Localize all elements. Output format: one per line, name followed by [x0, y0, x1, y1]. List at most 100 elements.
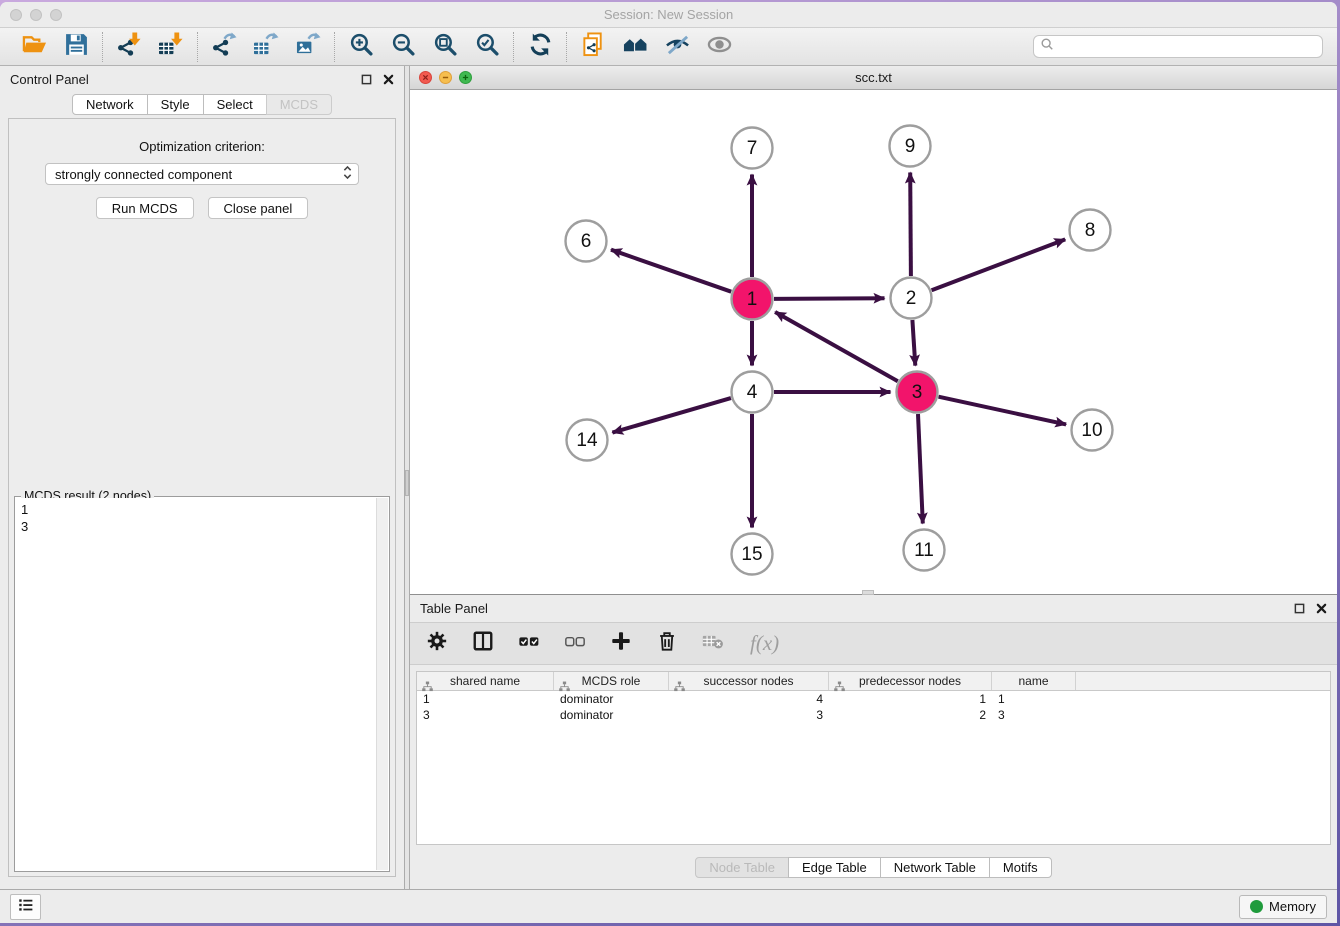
column-header-predecessor-nodes[interactable]: predecessor nodes	[829, 672, 992, 690]
cell-successor-nodes[interactable]: 3	[669, 707, 829, 723]
zoom-out-button[interactable]	[386, 32, 420, 62]
cell-MCDS-role[interactable]: dominator	[554, 707, 669, 723]
delete-row-button[interactable]	[656, 630, 678, 657]
node-2[interactable]: 2	[891, 278, 932, 319]
search-icon	[1040, 37, 1054, 56]
node-10[interactable]: 10	[1072, 410, 1113, 451]
window-title: Session: New Session	[0, 7, 1337, 22]
cell-name[interactable]: 3	[992, 707, 1076, 723]
titlebar: Session: New Session	[0, 2, 1337, 27]
edge-2-8[interactable]	[932, 239, 1066, 290]
first-neighbors-button[interactable]	[618, 32, 652, 62]
columns-button[interactable]	[472, 630, 494, 657]
column-header-name[interactable]: name	[992, 672, 1076, 690]
delete-table-button	[702, 630, 724, 657]
node-8[interactable]: 8	[1070, 210, 1111, 251]
edge-2-9[interactable]	[910, 173, 911, 277]
zoom-in-button[interactable]	[344, 32, 378, 62]
tab-node-table[interactable]: Node Table	[695, 857, 789, 878]
run-mcds-button[interactable]: Run MCDS	[96, 197, 194, 219]
cell-MCDS-role[interactable]: dominator	[554, 691, 669, 707]
duplicate-network-button[interactable]	[576, 32, 610, 62]
import-network-button[interactable]	[112, 32, 146, 62]
task-history-button[interactable]	[10, 894, 41, 920]
node-9[interactable]: 9	[890, 126, 931, 167]
cell-predecessor-nodes[interactable]: 1	[829, 691, 992, 707]
select-all-button[interactable]	[518, 630, 540, 657]
import-table-button[interactable]	[154, 32, 188, 62]
result-line: 1	[21, 501, 376, 518]
memory-button[interactable]: Memory	[1239, 895, 1327, 919]
tab-motifs[interactable]: Motifs	[989, 857, 1052, 878]
result-scrollbar[interactable]	[376, 498, 388, 870]
hide-selected-button[interactable]	[660, 32, 694, 62]
tab-style[interactable]: Style	[147, 94, 204, 115]
column-header-MCDS-role[interactable]: MCDS role	[554, 672, 669, 690]
splitter-grip[interactable]	[405, 470, 409, 496]
float-panel-icon[interactable]	[361, 74, 372, 85]
search-input[interactable]	[1058, 39, 1316, 54]
save-session-button[interactable]	[59, 32, 93, 62]
network-table-divider-grip[interactable]	[862, 590, 874, 595]
cell-shared-name[interactable]: 3	[417, 707, 554, 723]
svg-text:11: 11	[914, 540, 934, 561]
column-header-successor-nodes[interactable]: successor nodes	[669, 672, 829, 690]
edge-1-2[interactable]	[774, 298, 885, 299]
cell-name[interactable]: 1	[992, 691, 1076, 707]
node-7[interactable]: 7	[732, 128, 773, 169]
close-table-panel-icon[interactable]	[1316, 603, 1327, 614]
select-all-icon	[518, 630, 540, 657]
table-row[interactable]: 3dominator323	[417, 707, 1330, 723]
show-all-button[interactable]	[702, 32, 736, 62]
node-6[interactable]: 6	[566, 221, 607, 262]
edge-3-1[interactable]	[775, 312, 898, 381]
export-table-button[interactable]	[249, 32, 283, 62]
search-box[interactable]	[1033, 35, 1323, 58]
edge-4-14[interactable]	[612, 398, 731, 433]
edge-1-6[interactable]	[611, 250, 731, 292]
criterion-select[interactable]: strongly connected component	[45, 163, 359, 185]
edge-2-3[interactable]	[912, 320, 915, 366]
network-graph[interactable]: 7 9 6 8 1 2 4 3 14 10 15 11	[410, 90, 1337, 594]
refresh-button[interactable]	[523, 32, 557, 62]
edge-3-10[interactable]	[939, 397, 1067, 425]
tab-network-table[interactable]: Network Table	[880, 857, 990, 878]
edge-3-11[interactable]	[918, 414, 923, 524]
column-header-shared-name[interactable]: shared name	[417, 672, 554, 690]
node-3[interactable]: 3	[897, 372, 938, 413]
tab-mcds[interactable]: MCDS	[266, 94, 332, 115]
network-window-titlebar[interactable]: scc.txt	[410, 66, 1337, 90]
node-4[interactable]: 4	[732, 372, 773, 413]
tab-edge-table[interactable]: Edge Table	[788, 857, 881, 878]
deselect-all-icon	[564, 630, 586, 657]
node-15[interactable]: 15	[732, 534, 773, 575]
add-row-button[interactable]	[610, 630, 632, 657]
export-image-button[interactable]	[291, 32, 325, 62]
add-row-icon	[610, 630, 632, 657]
tab-network[interactable]: Network	[72, 94, 148, 115]
svg-text:8: 8	[1085, 220, 1096, 241]
network-canvas[interactable]: 7 9 6 8 1 2 4 3 14 10 15 11	[410, 90, 1337, 594]
node-11[interactable]: 11	[904, 530, 945, 571]
zoom-selected-button[interactable]	[470, 32, 504, 62]
table-tabs-strip: Node TableEdge TableNetwork TableMotifs	[410, 845, 1337, 889]
cell-successor-nodes[interactable]: 4	[669, 691, 829, 707]
node-1[interactable]: 1	[732, 279, 773, 320]
export-network-button[interactable]	[207, 32, 241, 62]
cell-predecessor-nodes[interactable]: 2	[829, 707, 992, 723]
zoom-fit-button[interactable]	[428, 32, 462, 62]
open-file-button[interactable]	[17, 32, 51, 62]
cell-shared-name[interactable]: 1	[417, 691, 554, 707]
table-row[interactable]: 1dominator411	[417, 691, 1330, 707]
column-label: name	[1018, 674, 1048, 688]
tab-select[interactable]: Select	[203, 94, 267, 115]
close-panel-icon[interactable]	[383, 74, 394, 85]
float-table-panel-icon[interactable]	[1294, 603, 1305, 614]
mcds-result-text[interactable]: 13	[16, 498, 376, 870]
toolbar-icon-groups	[8, 28, 745, 65]
app-window: Session: New Session Control Panel Netwo…	[0, 2, 1337, 923]
gear-button[interactable]	[426, 630, 448, 657]
close-panel-button[interactable]: Close panel	[208, 197, 309, 219]
node-14[interactable]: 14	[567, 420, 608, 461]
deselect-all-button[interactable]	[564, 630, 586, 657]
